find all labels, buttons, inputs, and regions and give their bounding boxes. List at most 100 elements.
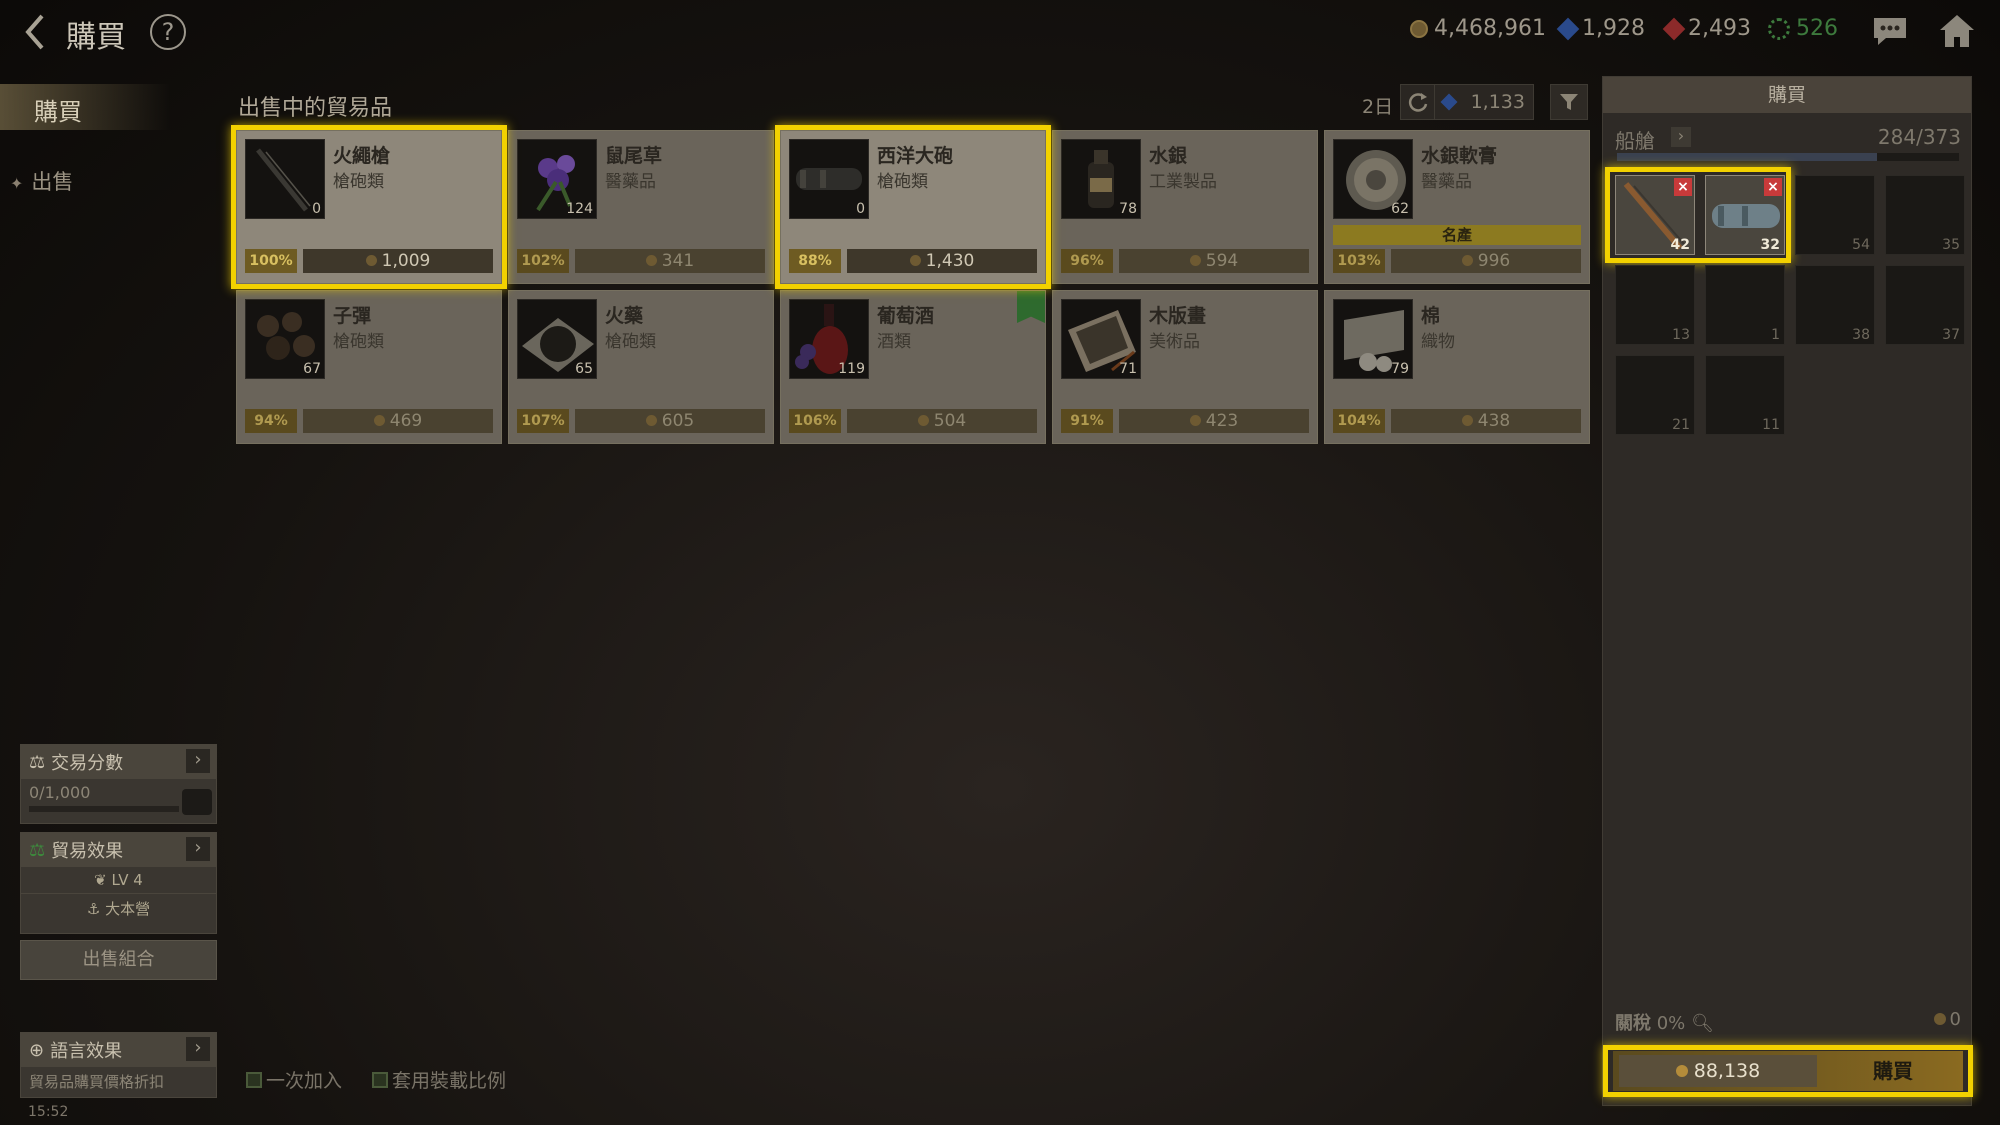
trade-item-card[interactable]: 0 火繩槍 槍砲類 100% 1,009 [236,130,502,284]
trade-item-card[interactable]: 65 火藥 槍砲類 107% 605 [508,290,774,444]
sidebar-tab-buy[interactable]: 購買 [0,84,170,130]
stock-qty: 78 [1119,201,1137,217]
stock-qty: 65 [575,361,593,377]
page-title: 購買 [66,20,126,55]
cart-qty: 42 [1670,237,1690,253]
blue-gem-icon [1556,17,1580,40]
filter-button[interactable] [1550,84,1588,120]
total-price: 88,138 [1619,1055,1817,1087]
hold-slot[interactable]: 35 [1885,175,1965,255]
item-name: 西洋大砲 [877,145,954,167]
price-percent: 94% [245,409,297,433]
load-ratio-option[interactable]: 套用裝載比例 [372,1066,506,1093]
cart-slot[interactable]: × 42 [1615,175,1695,255]
trade-effect-header[interactable]: ⚖ 貿易效果 › [21,833,216,867]
back-button[interactable] [14,10,58,54]
red-gem-currency: 2,493 [1662,16,1751,41]
refresh-button[interactable] [1401,85,1435,119]
cargo-capacity-fill [1617,153,1878,161]
hold-slot[interactable]: 13 [1615,265,1695,345]
cart-slot[interactable]: × 32 [1705,175,1785,255]
price-percent: 100% [245,249,297,273]
stock-qty: 79 [1391,361,1409,377]
checkbox[interactable] [246,1071,262,1088]
item-name: 葡萄酒 [877,305,935,327]
tax-label: 關稅 [1615,1013,1651,1034]
top-bar: 購買 ? 4,468,961 1,928 2,493 526 [0,0,2000,64]
scales-icon: ⚖ [29,751,46,773]
trade-item-card[interactable]: 119 葡萄酒 酒類 106% 504 [780,290,1046,444]
remove-icon[interactable]: × [1674,178,1692,196]
price-percent: 106% [789,409,841,433]
language-effect-header[interactable]: ⊕ 語言效果 › [21,1033,216,1067]
trade-item-card[interactable]: 67 子彈 槍砲類 94% 469 [236,290,502,444]
trade-item-card[interactable]: 79 棉 織物 104% 438 [1324,290,1590,444]
coin-icon [645,415,657,426]
trade-item-card[interactable]: 124 鼠尾草 醫藥品 102% 341 [508,130,774,284]
trade-item-card[interactable]: 71 木版畫 美術品 91% 423 [1052,290,1318,444]
chest-icon[interactable] [182,789,212,815]
price-percent: 104% [1333,409,1385,433]
buy-button[interactable]: 88,138 購買 [1613,1051,1963,1091]
hold-slot[interactable]: 21 [1615,355,1695,435]
coin-icon [1933,1013,1946,1025]
price-bar: 594 [1119,249,1309,273]
blue-gem-icon [1440,93,1458,111]
hold-qty: 37 [1942,327,1960,343]
hold-qty: 54 [1852,237,1870,253]
help-button[interactable]: ? [150,14,186,50]
chat-button[interactable] [1870,14,1910,48]
hold-slot[interactable]: 38 [1795,265,1875,345]
home-button[interactable] [1936,10,1978,52]
load-ratio-label: 套用裝載比例 [392,1070,507,1092]
price: 504 [933,411,967,431]
gold-coin-icon [1410,19,1428,38]
stock-qty: 62 [1391,201,1409,217]
hold-qty: 38 [1852,327,1870,343]
chevron-right-icon: › [186,749,210,773]
hold-slot[interactable]: 1 [1705,265,1785,345]
item-name: 木版畫 [1149,305,1207,327]
item-category: 槍砲類 [333,172,384,192]
item-name: 火藥 [605,305,644,327]
language-effect-panel: ⊕ 語言效果 › 貿易品購買價格折扣 [20,1032,217,1098]
item-name: 棉 [1421,305,1441,327]
sidebar-tab-buy-label: 購買 [34,98,82,126]
trade-score-header[interactable]: ⚖ 交易分數 › [21,745,216,779]
language-effect-title: 語言效果 [50,1041,123,1062]
remove-icon[interactable]: × [1764,178,1782,196]
language-effect-desc: 貿易品購買價格折扣 [29,1073,165,1091]
sell-combo-button[interactable]: 出售組合 [20,940,217,980]
price-percent: 88% [789,249,841,273]
bullets-image: 67 [245,299,325,379]
checkbox[interactable] [372,1071,388,1088]
trade-effect-base: ⚓ 大本營 [21,894,216,923]
item-name: 水銀軟膏 [1421,145,1498,167]
trade-item-card[interactable]: 0 西洋大砲 槍砲類 88% 1,430 [780,130,1046,284]
gold-currency: 4,468,961 [1410,16,1546,41]
trade-score-progress [29,806,179,812]
woodblock-print-image: 71 [1061,299,1141,379]
globe-icon: ⊕ [29,1039,45,1061]
chevron-right-icon: › [186,1037,210,1061]
magnifier-icon[interactable]: 🔍︎ [1691,1013,1714,1034]
add-all-option[interactable]: 一次加入 [246,1066,342,1093]
hold-slot[interactable]: 11 [1705,355,1785,435]
hold-qty: 13 [1672,327,1690,343]
trade-item-card[interactable]: 62 水銀軟膏 醫藥品 名產 103% 996 [1324,130,1590,284]
price-bar: 438 [1391,409,1581,433]
chevron-right-icon[interactable]: › [1671,127,1691,147]
hold-slot[interactable]: 54 [1795,175,1875,255]
cargo-hold-label: 船艙 [1615,129,1655,153]
hold-slot[interactable]: 37 [1885,265,1965,345]
item-category: 美術品 [1149,332,1200,352]
blue-gem-amount: 1,928 [1582,16,1645,41]
chevron-left-icon [25,14,44,50]
sidebar-tab-sell[interactable]: ✦ 出售 [10,166,73,196]
price-percent: 96% [1061,249,1113,273]
clock: 15:52 [28,1104,69,1120]
trade-item-card[interactable]: 78 水銀 工業製品 96% 594 [1052,130,1318,284]
price-bar: 996 [1391,249,1581,273]
ship-wheel-currency: 526 [1768,16,1838,41]
item-category: 工業製品 [1149,172,1217,192]
